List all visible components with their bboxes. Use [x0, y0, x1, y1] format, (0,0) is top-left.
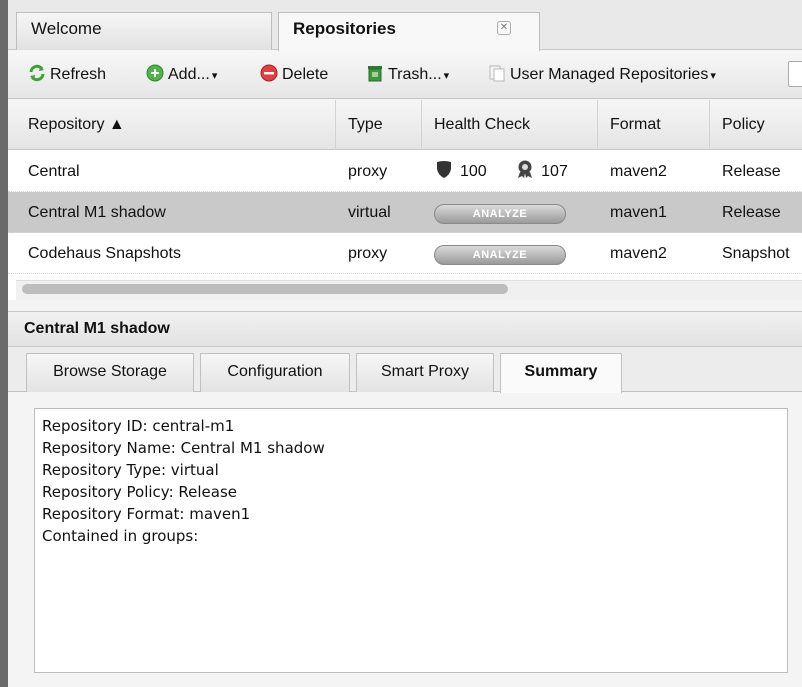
delete-label: Delete [282, 66, 329, 83]
repo-name-cell: Codehaus Snapshots [28, 245, 181, 262]
tab-browse-storage[interactable]: Browse Storage [26, 353, 194, 392]
repo-type-cell: proxy [348, 245, 388, 262]
table-row[interactable]: Central proxy 100 107 maven2 Release [8, 151, 802, 192]
column-header-format[interactable]: Format [598, 100, 710, 150]
license-count: 107 [541, 163, 568, 180]
repo-type-cell: virtual [348, 204, 391, 221]
tab-welcome-label: Welcome [31, 19, 102, 38]
column-header-health-check[interactable]: Health Check [422, 100, 598, 150]
user-managed-repositories-button[interactable]: User Managed Repositories ▾ [488, 64, 716, 86]
repo-policy-cell: Release [722, 204, 781, 221]
analyze-button[interactable]: ANALYZE [434, 204, 566, 224]
tab-smart-proxy[interactable]: Smart Proxy [356, 353, 494, 392]
delete-icon [260, 64, 278, 82]
shield-icon [437, 161, 451, 178]
repo-type-cell: proxy [348, 163, 388, 180]
summary-line-contained-groups: Contained in groups: [42, 527, 199, 545]
add-button[interactable]: Add... ▾ [146, 64, 217, 86]
summary-line-repository-policy: Repository Policy: Release [42, 483, 238, 501]
summary-line-repository-type: Repository Type: virtual [42, 461, 219, 479]
grid-header: Repository ▲ Type Health Check Format Po… [8, 100, 802, 150]
repo-policy-cell: Snapshot [722, 245, 790, 262]
delete-button[interactable]: Delete [260, 64, 328, 86]
tab-summary[interactable]: Summary [500, 353, 622, 393]
add-icon [146, 64, 164, 82]
tab-repositories-label: Repositories [293, 19, 396, 38]
trash-icon [368, 66, 382, 82]
close-icon[interactable]: ✕ [497, 21, 511, 35]
health-check-cell: ANALYZE [422, 192, 598, 233]
add-dropdown-caret: ▾ [211, 70, 218, 82]
managed-repos-icon [489, 65, 505, 82]
repo-name-cell: Central M1 shadow [28, 204, 166, 221]
horizontal-scroll-thumb[interactable] [22, 284, 508, 294]
column-header-type[interactable]: Type [336, 100, 422, 150]
repo-format-cell: maven2 [610, 163, 667, 180]
tab-repositories[interactable]: Repositories ✕ [278, 12, 540, 51]
trash-label: Trash... [388, 66, 442, 83]
summary-line-repository-name: Repository Name: Central M1 shadow [42, 439, 325, 457]
repository-grid: Repository ▲ Type Health Check Format Po… [8, 100, 802, 300]
add-label: Add... [168, 66, 210, 83]
health-check-cell: 100 107 [422, 151, 598, 192]
license-badge-icon [518, 160, 533, 178]
tab-configuration[interactable]: Configuration [200, 353, 350, 392]
repo-policy-cell: Release [722, 163, 781, 180]
refresh-label: Refresh [50, 66, 107, 83]
table-row[interactable]: Codehaus Snapshots proxy ANALYZE maven2 … [8, 233, 802, 274]
security-count: 100 [460, 163, 487, 180]
tab-welcome[interactable]: Welcome [16, 12, 272, 50]
column-header-repository[interactable]: Repository ▲ [16, 100, 336, 150]
detail-tab-strip: Browse Storage Configuration Smart Proxy… [8, 347, 802, 393]
health-check-cell: ANALYZE [422, 233, 598, 274]
top-tab-strip: Welcome Repositories ✕ [8, 0, 802, 51]
summary-line-repository-format: Repository Format: maven1 [42, 505, 251, 523]
refresh-icon [29, 64, 45, 82]
trash-dropdown-caret: ▾ [443, 70, 450, 82]
managed-label: User Managed Repositories [510, 66, 709, 83]
refresh-button[interactable]: Refresh [28, 64, 106, 86]
summary-line-repository-id: Repository ID: central-m1 [42, 417, 235, 435]
app-frame: Welcome Repositories ✕ Refresh Add...▾ [0, 0, 802, 687]
column-header-policy[interactable]: Policy [710, 100, 802, 150]
repo-format-cell: maven2 [610, 245, 667, 262]
analyze-button[interactable]: ANALYZE [434, 245, 566, 265]
summary-text-area[interactable]: Repository ID: central-m1 Repository Nam… [34, 408, 788, 673]
table-row[interactable]: Central M1 shadow virtual ANALYZE maven1… [8, 192, 802, 233]
trash-button[interactable]: Trash... ▾ [366, 64, 449, 86]
toolbar: Refresh Add... ▾ Delete Trash... ▾ User … [8, 51, 802, 99]
search-input[interactable] [788, 61, 802, 87]
detail-panel-title: Central M1 shadow [8, 311, 802, 347]
managed-dropdown-caret: ▾ [710, 70, 716, 82]
repo-format-cell: maven1 [610, 204, 667, 221]
repo-name-cell: Central [28, 163, 80, 180]
